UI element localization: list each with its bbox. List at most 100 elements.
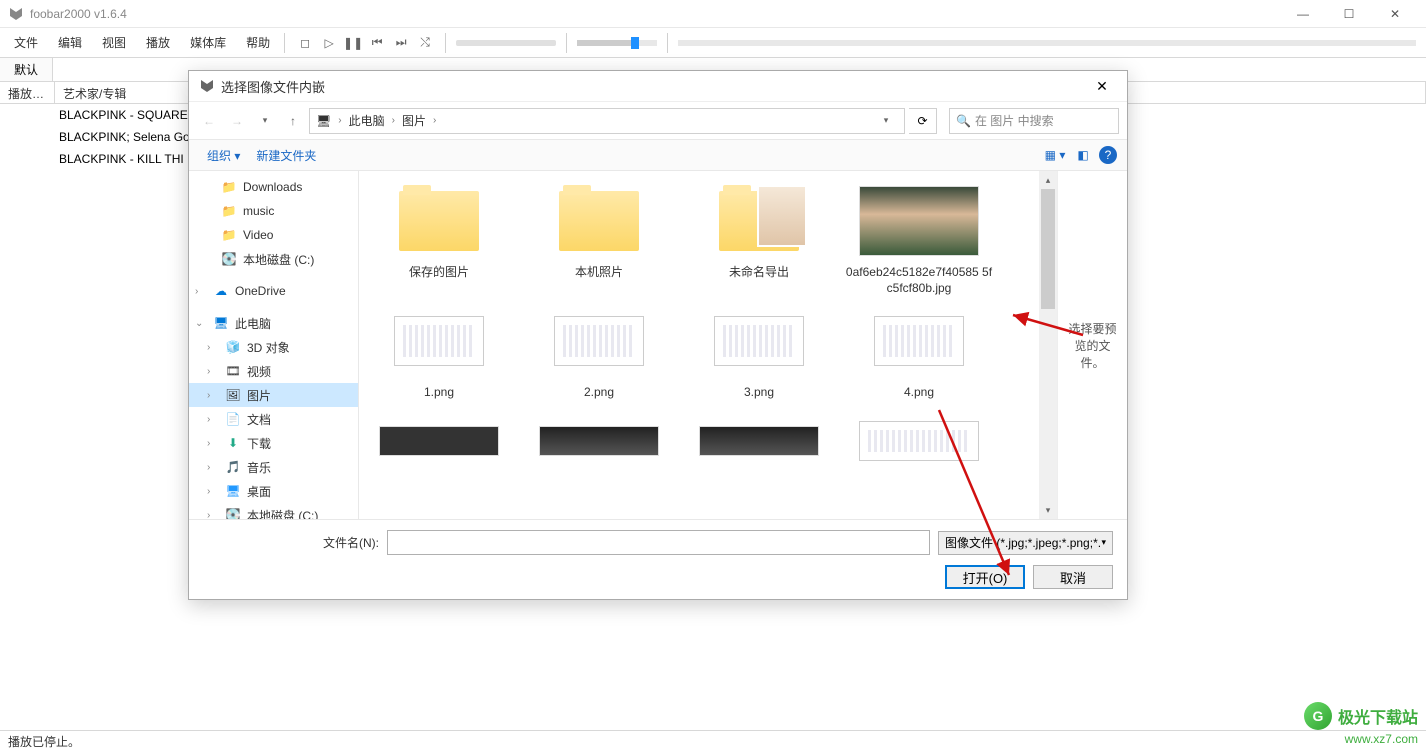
expand-icon[interactable]: › — [207, 438, 219, 449]
pause-button[interactable]: ❚❚ — [343, 33, 363, 53]
image-thumbnail — [539, 426, 659, 456]
refresh-button[interactable]: ⟳ — [909, 108, 937, 134]
organize-button[interactable]: 组织 ▾ — [199, 143, 248, 168]
tree-item[interactable]: ›💽本地磁盘 (C:) — [189, 503, 358, 519]
nav-forward-button[interactable]: → — [225, 109, 249, 133]
file-item[interactable]: 未命名导出 — [679, 181, 839, 301]
search-input[interactable]: 🔍 在 图片 中搜索 — [949, 108, 1119, 134]
column-playing[interactable]: 播放… — [0, 82, 55, 103]
address-bar[interactable]: 🖥 › 此电脑 › 图片 › ▾ — [309, 108, 905, 134]
nav-recent-dropdown[interactable]: ▾ — [253, 109, 277, 133]
tree-item[interactable]: 📁music — [189, 199, 358, 223]
view-mode-button[interactable]: ▦ ▾ — [1043, 143, 1067, 167]
prev-button[interactable]: ⏮ — [367, 33, 387, 53]
file-item[interactable]: 4.png — [839, 301, 999, 421]
chevron-right-icon[interactable]: › — [335, 115, 344, 126]
files-grid: 保存的图片 本机照片 未命名导出 0af6eb24c5182e7f40585 5… — [359, 171, 1039, 519]
pc-icon: 🖥 — [213, 315, 229, 331]
expand-icon[interactable]: › — [207, 390, 219, 401]
file-item[interactable]: 3.png — [679, 301, 839, 421]
tree-item[interactable]: ›🖥桌面 — [189, 479, 358, 503]
stop-button[interactable]: ◻ — [295, 33, 315, 53]
filename-input[interactable] — [387, 530, 930, 555]
breadcrumb-item[interactable]: 此电脑 — [349, 112, 385, 129]
file-item[interactable] — [679, 421, 839, 481]
tree-item[interactable]: ›⬇下载 — [189, 431, 358, 455]
expand-icon[interactable]: › — [207, 486, 219, 497]
chevron-right-icon[interactable]: › — [430, 115, 439, 126]
expand-icon[interactable]: › — [207, 366, 219, 377]
folder-icon — [559, 191, 639, 251]
filename-label: 文件名(N): — [323, 534, 379, 551]
tab-default[interactable]: 默认 — [0, 58, 53, 81]
file-item[interactable]: 2.png — [519, 301, 679, 421]
next-button[interactable]: ⏭ — [391, 33, 411, 53]
menu-library[interactable]: 媒体库 — [180, 30, 236, 55]
random-button[interactable]: ⤭ — [415, 33, 435, 53]
tree-item[interactable]: 💽本地磁盘 (C:) — [189, 247, 358, 271]
tree-item[interactable]: ›🧊3D 对象 — [189, 335, 358, 359]
new-folder-button[interactable]: 新建文件夹 — [248, 143, 324, 168]
file-item[interactable] — [839, 421, 999, 481]
image-thumbnail — [859, 421, 979, 461]
tree-item[interactable]: ›🎞视频 — [189, 359, 358, 383]
collapse-icon[interactable]: ⌄ — [195, 318, 207, 329]
menu-file[interactable]: 文件 — [4, 30, 48, 55]
breadcrumb-item[interactable]: 图片 — [402, 112, 426, 129]
separator — [566, 33, 567, 53]
cancel-button[interactable]: 取消 — [1033, 565, 1113, 589]
file-item[interactable] — [359, 421, 519, 481]
watermark-url: www.xz7.com — [1345, 732, 1418, 746]
expand-icon[interactable]: › — [207, 342, 219, 353]
file-item[interactable]: 本机照片 — [519, 181, 679, 301]
dialog-bottom-bar: 文件名(N): 图像文件 (*.jpg;*.jpeg;*.png;*. ▾ 打开… — [189, 519, 1127, 599]
scroll-up-button[interactable]: ▴ — [1039, 171, 1057, 189]
dialog-title: 选择图像文件内嵌 — [221, 77, 1087, 96]
file-item[interactable] — [519, 421, 679, 481]
open-button[interactable]: 打开(O) — [945, 565, 1025, 589]
menu-play[interactable]: 播放 — [136, 30, 180, 55]
scroll-thumb[interactable] — [1041, 189, 1055, 309]
help-button[interactable]: ? — [1099, 146, 1117, 164]
dialog-logo-icon — [199, 78, 215, 94]
window-minimize-button[interactable]: — — [1280, 0, 1326, 28]
tree-item[interactable]: ⌄🖥此电脑 — [189, 311, 358, 335]
expand-icon[interactable]: › — [195, 286, 207, 297]
tree-item[interactable]: 📁Downloads — [189, 175, 358, 199]
volume-slider[interactable] — [577, 40, 657, 46]
seek-bar-small[interactable] — [456, 40, 556, 46]
expand-icon[interactable]: › — [207, 414, 219, 425]
file-item[interactable]: 保存的图片 — [359, 181, 519, 301]
tree-item[interactable]: 📁Video — [189, 223, 358, 247]
filetype-filter-dropdown[interactable]: 图像文件 (*.jpg;*.jpeg;*.png;*. ▾ — [938, 531, 1113, 555]
tree-item[interactable]: ›☁OneDrive — [189, 279, 358, 303]
dialog-nav-bar: ← → ▾ ↑ 🖥 › 此电脑 › 图片 › ▾ ⟳ 🔍 在 图片 中搜索 — [189, 101, 1127, 139]
menu-view[interactable]: 视图 — [92, 30, 136, 55]
download-icon: ⬇ — [225, 435, 241, 451]
tree-item[interactable]: ›🎵音乐 — [189, 455, 358, 479]
tree-item-pictures[interactable]: ›🖼图片 — [189, 383, 358, 407]
document-icon: 📄 — [225, 411, 241, 427]
window-maximize-button[interactable]: ☐ — [1326, 0, 1372, 28]
app-title: foobar2000 v1.6.4 — [30, 7, 1280, 21]
expand-icon[interactable]: › — [207, 462, 219, 473]
file-item[interactable]: 0af6eb24c5182e7f40585 5fc5fcf80b.jpg — [839, 181, 999, 301]
menu-help[interactable]: 帮助 — [236, 30, 280, 55]
file-item[interactable]: 1.png — [359, 301, 519, 421]
transport-controls: ◻ ▷ ❚❚ ⏮ ⏭ ⤭ — [289, 33, 441, 53]
scroll-down-button[interactable]: ▾ — [1039, 501, 1057, 519]
chevron-right-icon[interactable]: › — [389, 115, 398, 126]
seek-bar-main[interactable] — [678, 40, 1416, 46]
vertical-scrollbar[interactable]: ▴ ▾ — [1039, 171, 1057, 519]
play-button[interactable]: ▷ — [319, 33, 339, 53]
dialog-close-button[interactable]: ✕ — [1087, 78, 1117, 95]
address-dropdown[interactable]: ▾ — [874, 109, 898, 133]
tree-item[interactable]: ›📄文档 — [189, 407, 358, 431]
expand-icon[interactable]: › — [207, 510, 219, 520]
window-close-button[interactable]: ✕ — [1372, 0, 1418, 28]
menu-edit[interactable]: 编辑 — [48, 30, 92, 55]
separator — [667, 33, 668, 53]
nav-up-button[interactable]: ↑ — [281, 109, 305, 133]
preview-pane-button[interactable]: ◧ — [1071, 143, 1095, 167]
nav-back-button[interactable]: ← — [197, 109, 221, 133]
